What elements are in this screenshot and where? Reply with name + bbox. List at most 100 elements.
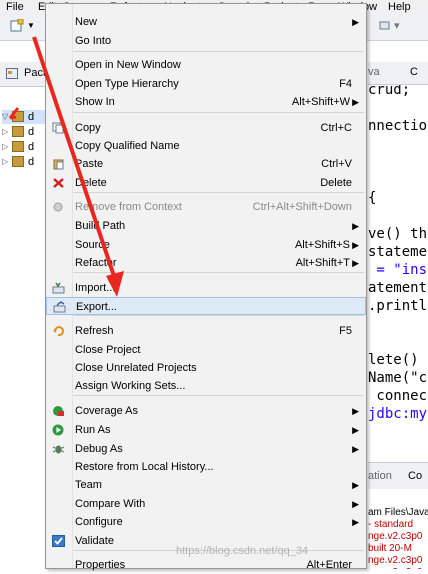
delete-icon	[52, 177, 65, 189]
project-tree-item[interactable]: ▷ d	[2, 140, 48, 154]
project-name: d	[28, 111, 35, 123]
java-project-icon	[12, 156, 24, 167]
menu-item-label: Export...	[76, 301, 117, 313]
menu-item-debug-as[interactable]: Debug As ▶	[46, 440, 366, 458]
menu-item-label: Open Type Hierarchy	[75, 78, 179, 90]
menu-item-configure[interactable]: Configure ▶	[46, 513, 366, 531]
submenu-arrow-icon: ▶	[352, 240, 359, 250]
chevron-down-icon[interactable]: ▼	[27, 21, 41, 34]
menu-item-compare-with[interactable]: Compare With ▶	[46, 495, 366, 513]
menu-item-label: Debug As	[75, 443, 123, 455]
menu-item-label: Copy Qualified Name	[75, 140, 180, 152]
menu-item-delete[interactable]: Delete Delete	[46, 174, 366, 192]
menu-item-paste[interactable]: Paste Ctrl+V	[46, 155, 366, 173]
submenu-arrow-icon: ▶	[352, 425, 359, 435]
submenu-arrow-icon: ▶	[352, 221, 359, 231]
coverage-icon	[52, 405, 65, 417]
run-icon	[52, 424, 65, 436]
menu-item-shortcut: Ctrl+Alt+Shift+Down	[252, 201, 352, 213]
menu-item-remove-from-context: Remove from Context Ctrl+Alt+Shift+Down	[46, 198, 366, 216]
menu-item-import[interactable]: Import...	[46, 279, 366, 297]
pin-icon[interactable]	[378, 19, 392, 32]
package-explorer: Pack ▽ d ▷ d ▷ d ▷ d	[0, 62, 50, 569]
menu-item-new[interactable]: New ▶	[46, 13, 366, 31]
console-tabs: ation Co	[368, 462, 428, 490]
project-name: d	[28, 126, 35, 138]
console-tab-active[interactable]: Co	[408, 470, 422, 482]
menu-item-label: Compare With	[75, 498, 146, 510]
menu-item-assign-working-sets[interactable]: Assign Working Sets...	[46, 377, 366, 395]
menu-item-label: New	[75, 16, 98, 28]
menu-item-show-in[interactable]: Show In Alt+Shift+W ▶	[46, 93, 366, 111]
watermark-text: https://blog.csdn.net/qq_34	[176, 545, 309, 557]
expand-triangle-icon[interactable]: ▷	[2, 125, 10, 139]
console-line: - standard	[368, 519, 414, 530]
menu-separator	[74, 272, 364, 273]
menu-help[interactable]: Help	[388, 0, 411, 14]
project-tree-item[interactable]: ▷ d	[2, 125, 48, 139]
menu-item-close-unrelated-projects[interactable]: Close Unrelated Projects	[46, 359, 366, 377]
menu-item-label: Team	[75, 479, 102, 491]
menu-separator	[74, 51, 364, 52]
menu-item-copy[interactable]: Copy Ctrl+C	[46, 119, 366, 137]
validate-icon	[52, 535, 65, 547]
code-line: nnectio	[368, 118, 428, 134]
java-project-icon	[12, 111, 24, 122]
editor-tab[interactable]: va	[368, 66, 380, 78]
menu-item-close-project[interactable]: Close Project	[46, 341, 366, 359]
submenu-arrow-icon: ▶	[352, 258, 359, 268]
submenu-arrow-icon: ▶	[352, 17, 359, 27]
menu-item-label: Configure	[75, 516, 123, 528]
menu-item-shortcut: F4	[339, 78, 352, 90]
menu-item-properties[interactable]: Properties Alt+Enter	[46, 556, 366, 574]
menu-item-open-in-new-window[interactable]: Open in New Window	[46, 56, 366, 74]
console-tab[interactable]: ation	[368, 470, 392, 482]
menu-item-label: Show In	[75, 96, 115, 108]
menu-item-restore-from-local-history[interactable]: Restore from Local History...	[46, 458, 366, 476]
new-wizard-icon[interactable]	[10, 19, 24, 32]
expand-triangle-icon[interactable]: ▷	[2, 155, 10, 169]
project-context-menu: New ▶ Go Into Open in New Window Open Type H…	[45, 3, 367, 571]
menu-item-coverage-as[interactable]: Coverage As ▶	[46, 402, 366, 420]
menu-item-shortcut: Alt+Shift+T	[295, 257, 350, 269]
menu-item-label: Remove from Context	[75, 201, 182, 213]
menu-item-source[interactable]: Source Alt+Shift+S ▶	[46, 236, 366, 254]
code-editor[interactable]: crud; nnectio {ve() th stateme = "ins atemen…	[368, 85, 428, 450]
menu-item-build-path[interactable]: Build Path ▶	[46, 217, 366, 235]
console-line: nge.v2.c3p0	[368, 555, 423, 566]
editor-tab-active[interactable]: C	[410, 66, 418, 78]
expand-triangle-icon[interactable]: ▷	[2, 140, 10, 154]
menu-item-go-into[interactable]: Go Into	[46, 32, 366, 50]
menu-item-label: Build Path	[75, 220, 126, 232]
code-line: stateme	[368, 244, 428, 260]
menu-item-run-as[interactable]: Run As ▶	[46, 421, 366, 439]
java-project-icon	[12, 141, 24, 152]
menu-item-team[interactable]: Team ▶	[46, 476, 366, 494]
menu-item-shortcut: F5	[339, 325, 352, 337]
marker-icon[interactable]: ▾	[394, 19, 408, 32]
menu-item-refactor[interactable]: Refactor Alt+Shift+T ▶	[46, 254, 366, 272]
console-output: am Files\Java - standard nge.v2.c3p0 built …	[368, 489, 428, 569]
menu-item-copy-qualified-name[interactable]: Copy Qualified Name	[46, 137, 366, 155]
console-line: built 20-M	[368, 543, 412, 554]
project-tree-item[interactable]: ▷ d	[2, 155, 48, 169]
menu-item-export[interactable]: Export...	[46, 297, 366, 315]
menu-item-shortcut: Alt+Enter	[306, 559, 352, 571]
code-line: crud;	[368, 85, 411, 98]
project-tree-item[interactable]: ▽ d	[2, 110, 48, 124]
submenu-arrow-icon: ▶	[352, 97, 359, 107]
menu-item-shortcut: Delete	[320, 177, 352, 189]
import-icon	[52, 282, 65, 294]
menu-item-refresh[interactable]: Refresh F5	[46, 322, 366, 340]
expand-triangle-icon[interactable]: ▽	[2, 110, 10, 124]
menu-item-label: Refresh	[75, 325, 114, 337]
menu-separator	[74, 112, 364, 113]
menu-item-open-type-hierarchy[interactable]: Open Type Hierarchy F4	[46, 75, 366, 93]
debug-icon	[52, 443, 65, 455]
menu-separator	[74, 315, 364, 316]
export-icon	[53, 301, 66, 313]
package-explorer-tab[interactable]: Pack	[0, 62, 50, 87]
menu-item-label: Copy	[75, 122, 101, 134]
menu-file[interactable]: File	[6, 0, 24, 14]
menu-item-label: Open in New Window	[75, 59, 181, 71]
